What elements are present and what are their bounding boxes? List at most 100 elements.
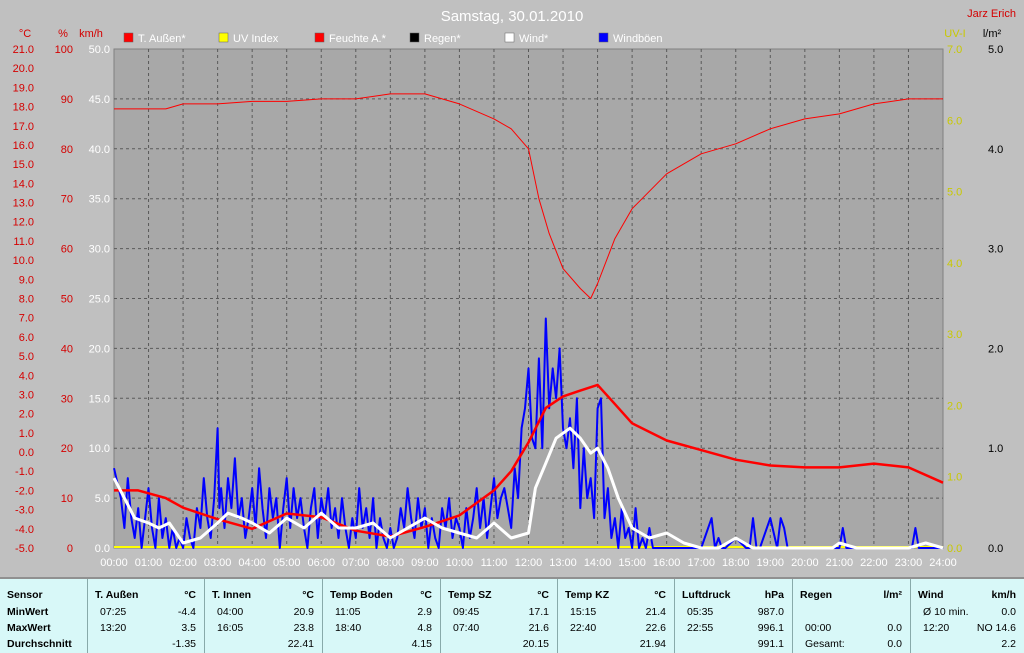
axis-tick-humidity: 0	[67, 543, 73, 555]
stats-row: 07:25 -4.4	[88, 605, 204, 620]
axis-tick-wind: 50.0	[89, 44, 110, 56]
axis-tick-temp: -1.0	[15, 466, 34, 478]
x-tick-label: 03:00	[204, 557, 232, 569]
axis-tick-wind: 40.0	[89, 144, 110, 156]
stats-header: Sensor	[7, 589, 43, 601]
stats-unit: l/m²	[883, 589, 902, 601]
author-label: Jarz Erich	[967, 8, 1016, 20]
axis-tick-temp: 3.0	[19, 389, 34, 401]
stats-row	[793, 605, 910, 620]
x-tick-label: 08:00	[377, 557, 405, 569]
stats-row: Gesamt: 0.0	[793, 637, 910, 652]
axis-tick-rain: 0.0	[988, 543, 1003, 555]
axis-tick-temp: 2.0	[19, 409, 34, 421]
axis-tick-temp: 0.0	[19, 447, 34, 459]
stats-header: Temp KZ	[565, 589, 610, 601]
stats-time: 12:20	[923, 622, 950, 634]
axis-tick-temp: 19.0	[13, 82, 34, 94]
axis-tick-temp: 11.0	[13, 236, 34, 248]
stats-value: 20.15	[522, 638, 549, 650]
axis-tick-humidity: 100	[55, 44, 73, 56]
stats-column: T. Innen °C 04:00 20.9 16:05 23.8 22.41	[205, 579, 323, 653]
stats-value: 17.1	[528, 606, 549, 618]
stats-time: 16:05	[217, 622, 244, 634]
stats-time: MaxWert	[7, 622, 51, 634]
x-tick-label: 06:00	[307, 557, 335, 569]
stats-header: Regen	[800, 589, 833, 601]
stats-column: Temp KZ °C 15:15 21.4 22:40 22.6 21.94	[558, 579, 675, 653]
stats-time: Durchschnitt	[7, 638, 72, 650]
stats-time: 04:00	[217, 606, 244, 618]
axis-tick-wind: 30.0	[89, 244, 110, 256]
legend-swatch	[218, 32, 229, 43]
stats-value: 991.1	[757, 638, 784, 650]
x-tick-label: 16:00	[653, 557, 681, 569]
axis-tick-humidity: 40	[61, 343, 73, 355]
x-tick-label: 04:00	[238, 557, 266, 569]
stats-column: Temp Boden °C 11:05 2.9 18:40 4.8 4.15	[323, 579, 441, 653]
axis-tick-uv: 4.0	[947, 258, 962, 270]
axis-unit-uv: UV-I	[944, 28, 965, 40]
stats-time: 22:55	[687, 622, 714, 634]
stats-unit: °C	[537, 589, 549, 601]
axis-tick-temp: 20.0	[13, 63, 34, 75]
stats-row: 2.2	[911, 637, 1024, 652]
stats-row: 09:45 17.1	[441, 605, 557, 620]
stats-row: 12:20 NO 14.6	[911, 621, 1024, 636]
stats-row: 22:55 996.1	[675, 621, 792, 636]
axis-tick-humidity: 80	[61, 144, 73, 156]
x-tick-label: 05:00	[273, 557, 301, 569]
legend-swatch	[504, 32, 515, 43]
axis-tick-humidity: 20	[61, 443, 73, 455]
stats-unit: °C	[184, 589, 196, 601]
axis-unit-rain: l/m²	[983, 28, 1002, 40]
x-tick-label: 19:00	[757, 557, 785, 569]
stats-row: 11:05 2.9	[323, 605, 440, 620]
stats-column: Regen l/m² 00:00 0.0 Gesamt: 0.0	[793, 579, 911, 653]
axis-tick-uv: 0.0	[947, 543, 962, 555]
stats-row: 07:40 21.6	[441, 621, 557, 636]
x-tick-label: 24:00	[929, 557, 957, 569]
stats-row: MaxWert	[0, 621, 87, 636]
stats-value: 996.1	[757, 622, 784, 634]
stats-column: Wind km/h Ø 10 min. 0.0 12:20 NO 14.6 2.2	[911, 579, 1024, 653]
stats-value: 0.0	[887, 622, 902, 634]
stats-value: 2.9	[417, 606, 432, 618]
legend-swatch	[314, 32, 325, 43]
chart-svg: Samstag, 30.01.2010 Jarz Erich °C% km/h UV-I…	[13, 8, 1016, 569]
axis-tick-temp: -3.0	[15, 505, 34, 517]
stats-time: 18:40	[335, 622, 362, 634]
axis-tick-temp: 16.0	[13, 140, 34, 152]
stats-value: -4.4	[177, 606, 196, 618]
stats-value: 3.5	[181, 622, 196, 634]
x-tick-label: 12:00	[515, 557, 543, 569]
legend-swatch	[123, 32, 134, 43]
stats-time: Gesamt:	[805, 638, 845, 650]
axis-tick-humidity: 50	[61, 294, 73, 306]
stats-row: Ø 10 min. 0.0	[911, 605, 1024, 620]
axis-tick-rain: 3.0	[988, 244, 1003, 256]
stats-value: 0.0	[887, 638, 902, 650]
legend-label: T. Außen*	[138, 33, 186, 45]
axis-unit-humidity: %	[58, 28, 68, 40]
stats-row: 991.1	[675, 637, 792, 652]
stats-value: NO 14.6	[976, 622, 1016, 634]
axis-tick-wind: 45.0	[89, 94, 110, 106]
axis-tick-wind: 0.0	[95, 543, 110, 555]
axis-unit-temp: °C	[19, 28, 31, 40]
stats-value: 21.4	[645, 606, 666, 618]
x-tick-label: 00:00	[100, 557, 128, 569]
axis-tick-temp: 8.0	[19, 294, 34, 306]
stats-unit: hPa	[764, 589, 784, 601]
axis-tick-temp: 5.0	[19, 351, 34, 363]
stats-time: Ø 10 min.	[923, 606, 969, 618]
axis-tick-temp: 17.0	[13, 121, 34, 133]
axis-tick-rain: 1.0	[988, 443, 1003, 455]
x-tick-label: 20:00	[791, 557, 819, 569]
stats-row: 15:15 21.4	[558, 605, 674, 620]
axis-tick-temp: 13.0	[13, 198, 34, 210]
x-tick-label: 23:00	[895, 557, 923, 569]
axis-tick-wind: 20.0	[89, 343, 110, 355]
weather-chart: Samstag, 30.01.2010 Jarz Erich °C% km/h UV-I…	[0, 0, 1024, 575]
axis-tick-temp: 4.0	[19, 370, 34, 382]
